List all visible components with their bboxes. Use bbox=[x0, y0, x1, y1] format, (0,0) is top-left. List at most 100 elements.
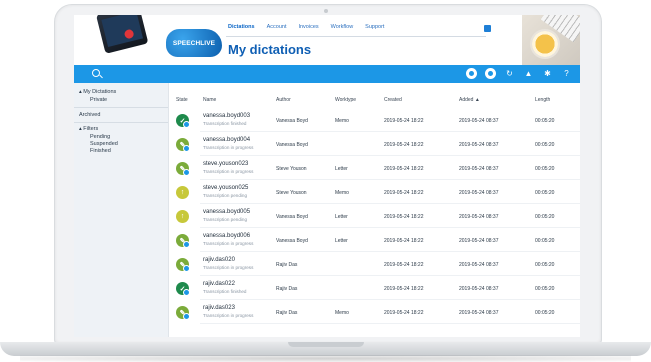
added-cell: 2019-05-24 08:37 bbox=[459, 238, 499, 244]
laptop-notch bbox=[288, 342, 364, 347]
filter-pending[interactable]: Pending bbox=[90, 134, 110, 140]
main-nav: Dictations Account Invoices Workflow Sup… bbox=[228, 24, 384, 30]
length-cell: 00:05:20 bbox=[535, 262, 555, 268]
nav-support[interactable]: Support bbox=[365, 24, 384, 30]
table-row[interactable]: ✎ rajiv.das023 Transcription in progress… bbox=[168, 300, 580, 324]
author-cell: Rajiv Das bbox=[276, 286, 298, 292]
app-header: SPEECHLIVE Dictations Account Invoices W… bbox=[74, 15, 580, 65]
col-header-worktype[interactable]: Worktype bbox=[335, 97, 356, 103]
dictation-name[interactable]: rajiv.das020 bbox=[203, 257, 235, 263]
created-cell: 2019-05-24 18:22 bbox=[384, 142, 424, 148]
status-dot bbox=[183, 289, 190, 296]
status-dot bbox=[183, 265, 190, 272]
dictation-status: Transcription pending bbox=[203, 217, 248, 222]
dictation-name[interactable]: rajiv.das022 bbox=[203, 281, 235, 287]
dictation-status: Transcription in progress bbox=[203, 313, 254, 318]
length-cell: 00:05:20 bbox=[535, 214, 555, 220]
col-header-author[interactable]: Author bbox=[276, 97, 291, 103]
dictation-name[interactable]: rajiv.das023 bbox=[203, 305, 235, 311]
added-cell: 2019-05-24 08:37 bbox=[459, 214, 499, 220]
state-icon: ↑ bbox=[176, 186, 189, 199]
toolbar: ↻ ▲ ✱ ? bbox=[74, 65, 580, 83]
sidebar-filters-label: Filters bbox=[83, 126, 99, 132]
dictation-status: Transcription pending bbox=[203, 193, 248, 198]
table-row[interactable]: ↑ steve.youson025 Transcription pending … bbox=[168, 180, 580, 204]
table-row[interactable]: ↑ vanessa.boyd005 Transcription pending … bbox=[168, 204, 580, 228]
added-cell: 2019-05-24 08:37 bbox=[459, 142, 499, 148]
filter-finished[interactable]: Finished bbox=[90, 148, 111, 154]
status-dot bbox=[183, 145, 190, 152]
table-row[interactable]: ✎ vanessa.boyd006 Transcription in progr… bbox=[168, 228, 580, 252]
sidebar-my-dictations-label: My Dictations bbox=[83, 89, 117, 95]
help-icon[interactable]: ? bbox=[561, 68, 572, 79]
dictation-name[interactable]: steve.youson025 bbox=[203, 185, 248, 191]
laptop-shadow bbox=[20, 355, 631, 362]
nav-account[interactable]: Account bbox=[267, 24, 287, 30]
col-header-length[interactable]: Length bbox=[535, 97, 550, 103]
camera bbox=[324, 9, 328, 13]
sidebar: ▴ My Dictations Private Archived ▴ Filte… bbox=[74, 83, 169, 337]
state-icon: ✓ bbox=[176, 114, 190, 128]
refresh-icon[interactable]: ↻ bbox=[504, 68, 515, 79]
length-cell: 00:05:20 bbox=[535, 166, 555, 172]
col-header-created[interactable]: Created bbox=[384, 97, 402, 103]
added-cell: 2019-05-24 08:37 bbox=[459, 190, 499, 196]
table-row[interactable]: ✎ vanessa.boyd004 Transcription in progr… bbox=[168, 132, 580, 156]
state-icon: ↑ bbox=[176, 210, 189, 223]
worktype-cell: Memo bbox=[335, 310, 349, 316]
nav-dictations[interactable]: Dictations bbox=[228, 24, 255, 30]
speechlive-logo[interactable]: SPEECHLIVE bbox=[166, 29, 222, 57]
dictation-name[interactable]: vanessa.boyd006 bbox=[203, 233, 250, 239]
state-icon: ✎ bbox=[176, 138, 190, 152]
worktype-cell: Letter bbox=[335, 166, 348, 172]
bell-icon[interactable]: ▲ bbox=[523, 68, 534, 79]
record-icon[interactable] bbox=[466, 68, 477, 79]
dictation-name[interactable]: vanessa.boyd004 bbox=[203, 137, 250, 143]
nav-invoices[interactable]: Invoices bbox=[298, 24, 318, 30]
dictation-status: Transcription in progress bbox=[203, 169, 254, 174]
created-cell: 2019-05-24 18:22 bbox=[384, 262, 424, 268]
created-cell: 2019-05-24 18:22 bbox=[384, 310, 424, 316]
nav-workflow[interactable]: Workflow bbox=[331, 24, 354, 30]
dictation-status: Transcription in progress bbox=[203, 265, 254, 270]
dictation-name[interactable]: steve.youson023 bbox=[203, 161, 248, 167]
length-cell: 00:05:20 bbox=[535, 286, 555, 292]
gear-icon[interactable]: ✱ bbox=[542, 68, 553, 79]
author-cell: Steve Youson bbox=[276, 166, 307, 172]
author-cell: Vanessa Boyd bbox=[276, 214, 308, 220]
toolbar-icons: ↻ ▲ ✱ ? bbox=[466, 68, 572, 79]
added-cell: 2019-05-24 08:37 bbox=[459, 310, 499, 316]
filter-suspended[interactable]: Suspended bbox=[90, 141, 118, 147]
dictation-name[interactable]: vanessa.boyd005 bbox=[203, 209, 250, 215]
sidebar-filters[interactable]: ▴ Filters bbox=[79, 126, 98, 132]
author-cell: Vanessa Boyd bbox=[276, 238, 308, 244]
table-row[interactable]: ✓ vanessa.boyd003 Transcription finished… bbox=[168, 108, 580, 132]
table-row[interactable]: ✓ rajiv.das022 Transcription finished Ra… bbox=[168, 276, 580, 300]
desk-image bbox=[522, 15, 580, 65]
created-cell: 2019-05-24 18:22 bbox=[384, 238, 424, 244]
col-header-added[interactable]: Added ▲ bbox=[459, 97, 480, 103]
sidebar-my-dictations[interactable]: ▴ My Dictations bbox=[79, 89, 116, 95]
state-icon: ✎ bbox=[176, 258, 190, 272]
author-cell: Steve Youson bbox=[276, 190, 307, 196]
length-cell: 00:05:20 bbox=[535, 190, 555, 196]
dictation-name[interactable]: vanessa.boyd003 bbox=[203, 113, 250, 119]
status-dot bbox=[183, 121, 190, 128]
record-alt-icon[interactable] bbox=[485, 68, 496, 79]
col-header-state[interactable]: State bbox=[176, 97, 188, 103]
logo-text: SPEECHLIVE bbox=[172, 39, 216, 47]
added-cell: 2019-05-24 08:37 bbox=[459, 166, 499, 172]
sidebar-item-archived[interactable]: Archived bbox=[79, 112, 100, 118]
worktype-cell: Letter bbox=[335, 238, 348, 244]
status-dot bbox=[183, 169, 190, 176]
table-row[interactable]: ✎ rajiv.das020 Transcription in progress… bbox=[168, 252, 580, 276]
table-row[interactable]: ✎ steve.youson023 Transcription in progr… bbox=[168, 156, 580, 180]
length-cell: 00:05:20 bbox=[535, 238, 555, 244]
col-header-name[interactable]: Name bbox=[203, 97, 216, 103]
sidebar-item-private[interactable]: Private bbox=[90, 97, 107, 103]
author-cell: Vanessa Boyd bbox=[276, 142, 308, 148]
user-icon[interactable] bbox=[484, 25, 491, 32]
added-cell: 2019-05-24 08:37 bbox=[459, 262, 499, 268]
search-icon[interactable] bbox=[92, 69, 100, 77]
created-cell: 2019-05-24 18:22 bbox=[384, 214, 424, 220]
